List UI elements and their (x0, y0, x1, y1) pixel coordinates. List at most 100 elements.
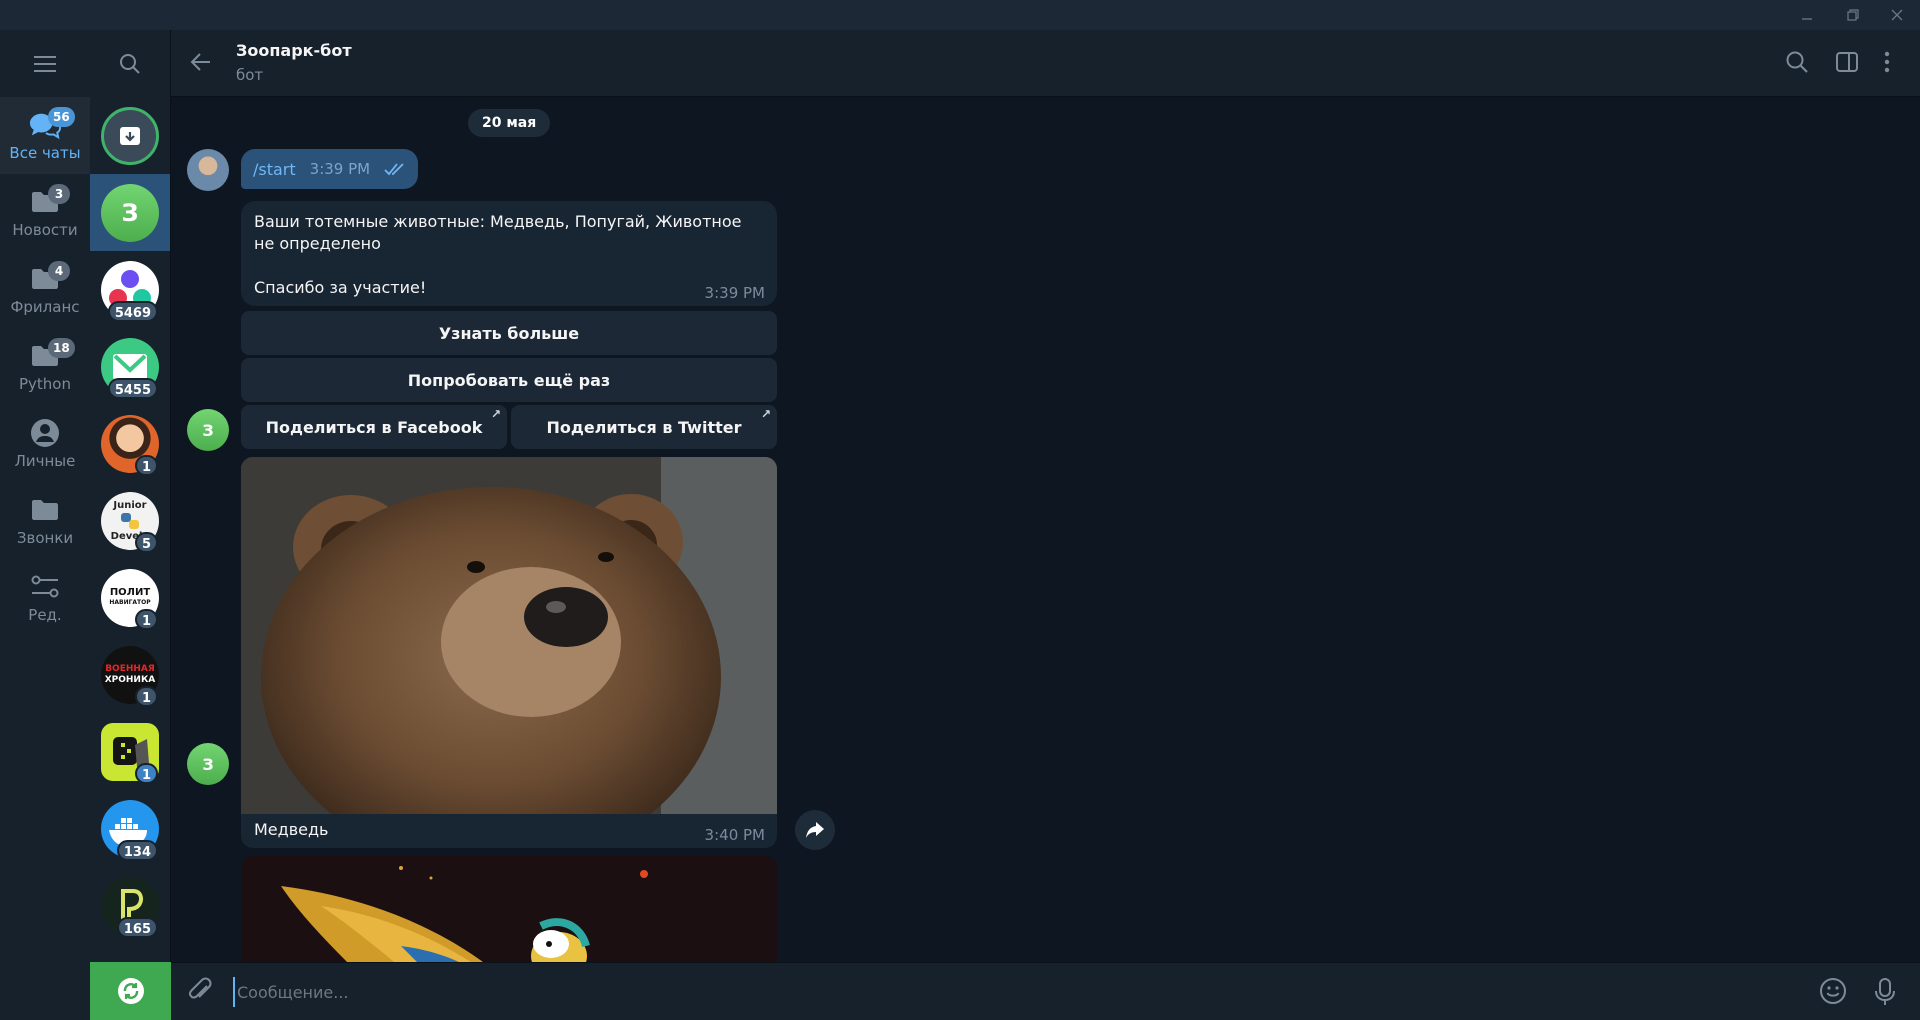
avatar-letter: З (202, 754, 214, 774)
chat-title[interactable]: Зоопарк-бот (236, 41, 352, 60)
close-button[interactable] (1874, 0, 1920, 30)
update-button[interactable] (90, 962, 171, 1020)
message-time: 3:39 PM (704, 284, 765, 302)
chat-item[interactable]: 5469 (90, 251, 170, 328)
messages-area[interactable]: 20 мая /start 3:39 PM Ваши тотемные живо… (171, 97, 1920, 962)
folder-label-personal: Личные (14, 451, 76, 470)
forward-button[interactable] (795, 810, 835, 850)
emoji-button[interactable] (1819, 977, 1847, 1009)
paperclip-icon (188, 977, 212, 999)
message-composer (171, 962, 1920, 1020)
folder-personal[interactable]: Личные (0, 405, 90, 482)
unread-badge: 1 (134, 686, 158, 707)
folder-badge-news: 3 (48, 184, 70, 204)
bot-avatar[interactable]: З (187, 409, 229, 451)
folder-label-python: Python (19, 374, 71, 393)
button-label: Поделиться в Twitter (546, 417, 742, 437)
close-icon (1891, 9, 1903, 21)
unread-badge: 5455 (107, 378, 158, 399)
minimize-button[interactable] (1784, 0, 1830, 30)
sidebar-icon (1836, 52, 1858, 72)
main-menu-button[interactable] (0, 30, 90, 97)
chat-item[interactable]: 5455 (90, 328, 170, 405)
folder-label-edit: Ред. (28, 605, 62, 624)
bot-avatar[interactable]: З (187, 743, 229, 785)
folder-label-freelance: Фриланс (10, 297, 80, 316)
chat-item[interactable]: 165 (90, 867, 170, 944)
hamburger-icon (34, 55, 56, 72)
folders-sidebar: Все чаты 56 Новости 3 Фриланс 4 Python 1… (0, 30, 90, 1020)
search-chats-button[interactable] (90, 30, 170, 97)
chat-item[interactable]: Junior Develo 5 (90, 482, 170, 559)
folder-label-calls: Звонки (16, 528, 74, 547)
arrow-left-icon (190, 53, 210, 71)
archive-avatar (101, 106, 159, 165)
message-time: 3:40 PM (704, 826, 765, 844)
user-avatar[interactable] (187, 149, 229, 191)
folder-python[interactable]: Python 18 (0, 328, 90, 405)
restore-icon (1847, 9, 1859, 21)
share-arrow-icon (806, 822, 824, 838)
external-link-icon: ↗ (760, 407, 771, 421)
more-vertical-icon (1884, 51, 1890, 73)
chat-item-archive[interactable] (90, 97, 170, 174)
try-again-button[interactable]: Попробовать ещё раз (241, 358, 777, 402)
bear-photo[interactable] (241, 457, 777, 814)
unread-badge: 5 (134, 532, 158, 553)
unread-badge: 1 (134, 609, 158, 630)
archive-icon (120, 126, 140, 145)
search-icon (120, 53, 140, 74)
user-icon (29, 418, 61, 448)
search-icon (1786, 51, 1808, 73)
search-in-chat-button[interactable] (1785, 50, 1809, 78)
voice-message-button[interactable] (1873, 977, 1897, 1011)
parrot-photo[interactable] (241, 856, 777, 962)
avatar-text: НАВИГАТОР (109, 598, 151, 606)
unread-badge: 134 (116, 840, 158, 861)
attach-button[interactable] (187, 977, 215, 1009)
chat-subtitle: бот (236, 66, 264, 84)
message-time: 3:39 PM (309, 160, 371, 178)
folder-calls[interactable]: Звонки (0, 482, 90, 559)
back-button[interactable] (189, 50, 213, 78)
avatar-text: ХРОНИКА (104, 674, 156, 685)
chat-header: Зоопарк-бот бот (171, 30, 1920, 97)
chat-item-zoopark-bot[interactable]: З (90, 174, 170, 251)
chat-item[interactable]: 134 (90, 790, 170, 867)
folder-news[interactable]: Новости 3 (0, 174, 90, 251)
unread-badge: 1 (134, 455, 158, 476)
unread-badge: 5469 (107, 301, 158, 322)
folder-badge-freelance: 4 (48, 261, 70, 281)
chat-item[interactable]: ПОЛИТ НАВИГАТОР 1 (90, 559, 170, 636)
avatar-letter: З (121, 198, 139, 227)
message-text: Ваши тотемные животные: Медведь, Попугай… (254, 212, 742, 253)
more-menu-button[interactable] (1883, 50, 1891, 78)
folder-all-chats[interactable]: Все чаты 56 (0, 97, 90, 174)
sliders-icon (29, 572, 61, 602)
folder-freelance[interactable]: Фриланс 4 (0, 251, 90, 328)
share-facebook-button[interactable]: Поделиться в Facebook ↗ (241, 405, 507, 449)
folder-edit[interactable]: Ред. (0, 559, 90, 636)
chat-list: З 5469 5455 1 Junior Develo 5 ПОЛИТ НАВИ… (90, 30, 171, 1020)
toggle-sidebar-button[interactable] (1835, 50, 1859, 78)
avatar-letter: З (202, 420, 214, 440)
folder-label-news: Новости (12, 220, 78, 239)
incoming-message[interactable]: Ваши тотемные животные: Медведь, Попугай… (241, 201, 777, 306)
chat-item[interactable]: 1 (90, 713, 170, 790)
message-text[interactable]: /start (253, 160, 296, 179)
avatar-text: ВОЕННАЯ (105, 663, 155, 674)
restore-button[interactable] (1830, 0, 1876, 30)
learn-more-button[interactable]: Узнать больше (241, 311, 777, 355)
photo-message[interactable]: Медведь 3:40 PM (241, 457, 777, 848)
message-input[interactable] (233, 977, 1733, 1007)
double-check-icon (384, 163, 404, 176)
minimize-icon (1802, 18, 1812, 20)
share-twitter-button[interactable]: Поделиться в Twitter ↗ (511, 405, 777, 449)
outgoing-message[interactable]: /start 3:39 PM (241, 149, 419, 189)
chat-item[interactable]: ВОЕННАЯ ХРОНИКА 1 (90, 636, 170, 713)
window-titlebar (0, 0, 1920, 30)
chat-item[interactable]: 1 (90, 405, 170, 482)
refresh-icon (117, 978, 144, 1004)
unread-badge: 1 (134, 763, 158, 784)
unread-badge: 165 (116, 917, 158, 938)
